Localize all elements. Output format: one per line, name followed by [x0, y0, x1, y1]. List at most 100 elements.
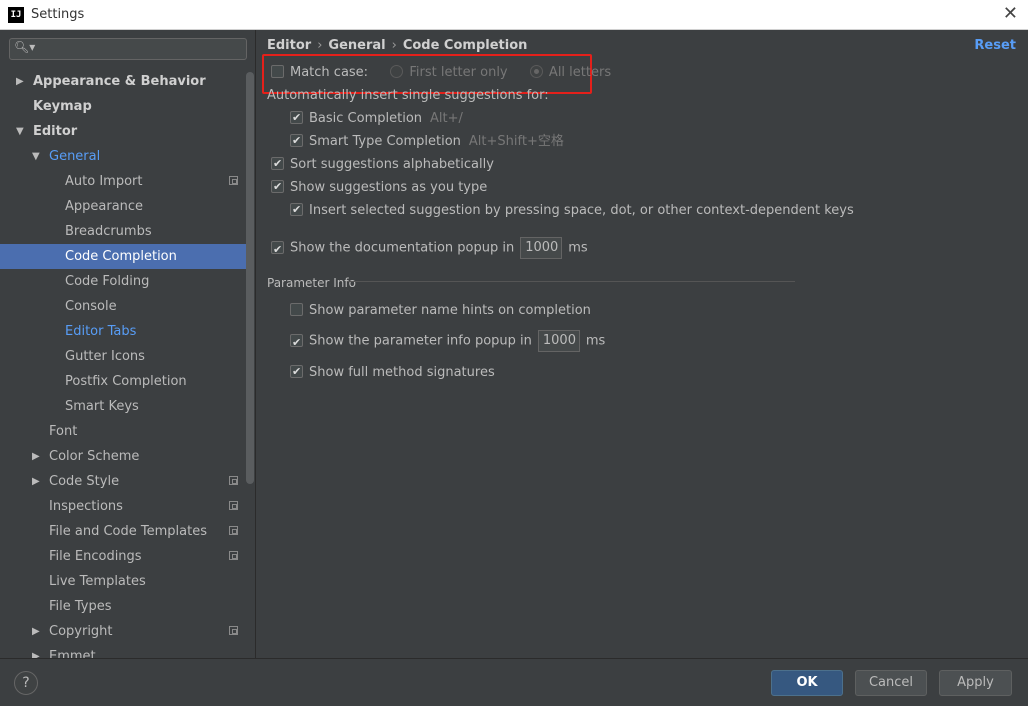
- breadcrumb-item[interactable]: General: [328, 38, 385, 53]
- sidebar-item[interactable]: ▶ Copyright: [0, 619, 246, 644]
- project-scope-icon: [229, 551, 238, 560]
- settings-sidebar: 🔍︎▾ ▶ Appearance & Behavior Keymap ▼ Editor ▼…: [0, 30, 256, 658]
- search-icon[interactable]: 🔍︎▾: [14, 40, 35, 54]
- search-box[interactable]: 🔍︎▾: [9, 38, 247, 60]
- sidebar-item-label: Emmet: [49, 649, 96, 658]
- chevron-right-icon[interactable]: ▶: [32, 444, 40, 469]
- settings-tree: ▶ Appearance & Behavior Keymap ▼ Editor ▼ Gene…: [0, 69, 246, 658]
- app-logo-icon: IJ: [8, 7, 24, 23]
- sidebar-item[interactable]: Smart Keys: [0, 394, 246, 419]
- sidebar-item[interactable]: ▶ Emmet: [0, 644, 246, 658]
- basic-completion-shortcut: Alt+/: [430, 111, 463, 126]
- sidebar-item[interactable]: Inspections: [0, 494, 246, 519]
- cancel-button[interactable]: Cancel: [855, 670, 927, 696]
- apply-button[interactable]: Apply: [939, 670, 1012, 696]
- show-as-type-checkbox[interactable]: [271, 178, 284, 196]
- sidebar-item[interactable]: Auto Import: [0, 169, 246, 194]
- sidebar-item-label: File and Code Templates: [49, 524, 207, 539]
- all-letters-label: All letters: [548, 65, 612, 80]
- auto-insert-label: Automatically insert single suggestions …: [267, 88, 549, 103]
- sidebar-item[interactable]: Breadcrumbs: [0, 219, 246, 244]
- sidebar-item-label: Code Completion: [65, 249, 177, 264]
- help-button[interactable]: ?: [14, 671, 38, 695]
- full-signatures-label: Show full method signatures: [309, 365, 495, 380]
- sidebar-item-label: Editor Tabs: [65, 324, 137, 339]
- sidebar-item[interactable]: File Types: [0, 594, 246, 619]
- insert-selected-checkbox[interactable]: [290, 201, 303, 219]
- chevron-right-icon[interactable]: ▶: [16, 69, 24, 94]
- sort-alpha-row: Sort suggestions alphabetically: [271, 155, 494, 174]
- basic-completion-row: Basic Completion Alt+/: [290, 109, 463, 128]
- ok-button[interactable]: OK: [771, 670, 843, 696]
- chevron-right-icon[interactable]: ▶: [32, 469, 40, 494]
- parameter-info-title: Parameter Info: [267, 276, 356, 290]
- title-bar: IJ Settings ✕: [0, 0, 1028, 30]
- sort-alpha-label: Sort suggestions alphabetically: [290, 157, 494, 172]
- doc-popup-unit: ms: [568, 240, 588, 256]
- sidebar-item[interactable]: ▶ Color Scheme: [0, 444, 246, 469]
- sidebar-item-label: Appearance & Behavior: [33, 74, 206, 89]
- full-signatures-checkbox[interactable]: [290, 363, 303, 381]
- project-scope-icon: [229, 501, 238, 510]
- name-hints-row: Show parameter name hints on completion: [290, 302, 591, 320]
- first-letter-radio[interactable]: [390, 65, 404, 78]
- sidebar-scrollbar[interactable]: [246, 72, 254, 484]
- sidebar-item[interactable]: Code Folding: [0, 269, 246, 294]
- doc-popup-row: Show the documentation popup in 1000 ms: [271, 237, 588, 261]
- sidebar-item-label: Breadcrumbs: [65, 224, 152, 239]
- chevron-down-icon[interactable]: ▼: [16, 119, 24, 144]
- sidebar-item-label: Live Templates: [49, 574, 146, 589]
- all-letters-radio[interactable]: [529, 65, 543, 78]
- chevron-right-icon[interactable]: ▶: [32, 619, 40, 644]
- sidebar-item[interactable]: Code Completion: [0, 244, 246, 269]
- sidebar-item[interactable]: Editor Tabs: [0, 319, 246, 344]
- sidebar-item[interactable]: Postfix Completion: [0, 369, 246, 394]
- sidebar-item-label: Smart Keys: [65, 399, 139, 414]
- project-scope-icon: [229, 476, 238, 485]
- sort-alpha-checkbox[interactable]: [271, 155, 284, 173]
- sidebar-item[interactable]: ▶ Code Style: [0, 469, 246, 494]
- doc-popup-checkbox[interactable]: [271, 239, 284, 261]
- reset-link[interactable]: Reset: [974, 38, 1016, 53]
- sidebar-item-label: Font: [49, 424, 78, 439]
- sidebar-item-label: File Types: [49, 599, 112, 614]
- sidebar-item-label: Editor: [33, 124, 78, 139]
- sidebar-item[interactable]: Console: [0, 294, 246, 319]
- sidebar-item[interactable]: ▼ General: [0, 144, 246, 169]
- chevron-right-icon[interactable]: ▶: [32, 644, 40, 658]
- sidebar-item[interactable]: File and Code Templates: [0, 519, 246, 544]
- sidebar-item[interactable]: Gutter Icons: [0, 344, 246, 369]
- search-input[interactable]: [36, 41, 240, 59]
- sidebar-item-label: Gutter Icons: [65, 349, 145, 364]
- param-popup-unit: ms: [585, 333, 606, 349]
- close-icon[interactable]: ✕: [1003, 3, 1018, 24]
- sidebar-item[interactable]: ▶ Appearance & Behavior: [0, 69, 246, 94]
- param-popup-label: Show the parameter info popup in: [309, 333, 532, 349]
- smart-completion-checkbox[interactable]: [290, 132, 303, 150]
- smart-completion-shortcut: Alt+Shift+空格: [468, 134, 564, 149]
- param-popup-checkbox[interactable]: [290, 332, 303, 354]
- sidebar-item[interactable]: Keymap: [0, 94, 246, 119]
- chevron-right-icon: ›: [391, 38, 397, 53]
- sidebar-item[interactable]: Appearance: [0, 194, 246, 219]
- breadcrumb-item[interactable]: Editor: [267, 38, 311, 53]
- sidebar-item-label: Postfix Completion: [65, 374, 187, 389]
- chevron-down-icon[interactable]: ▼: [32, 144, 40, 169]
- name-hints-label: Show parameter name hints on completion: [309, 303, 591, 318]
- project-scope-icon: [229, 526, 238, 535]
- sidebar-item-label: Copyright: [49, 624, 113, 639]
- sidebar-item-label: Color Scheme: [49, 449, 140, 464]
- sidebar-item[interactable]: Font: [0, 419, 246, 444]
- sidebar-item-label: Inspections: [49, 499, 123, 514]
- match-case-checkbox[interactable]: [271, 65, 284, 78]
- sidebar-item[interactable]: File Encodings: [0, 544, 246, 569]
- doc-popup-delay-input[interactable]: 1000: [520, 237, 563, 259]
- name-hints-checkbox[interactable]: [290, 303, 303, 316]
- sidebar-item[interactable]: ▼ Editor: [0, 119, 246, 144]
- chevron-right-icon: ›: [317, 38, 323, 53]
- sidebar-item[interactable]: Live Templates: [0, 569, 246, 594]
- show-as-type-label: Show suggestions as you type: [290, 180, 488, 195]
- param-popup-delay-input[interactable]: 1000: [537, 330, 580, 352]
- section-divider: [347, 281, 795, 282]
- basic-completion-checkbox[interactable]: [290, 109, 303, 127]
